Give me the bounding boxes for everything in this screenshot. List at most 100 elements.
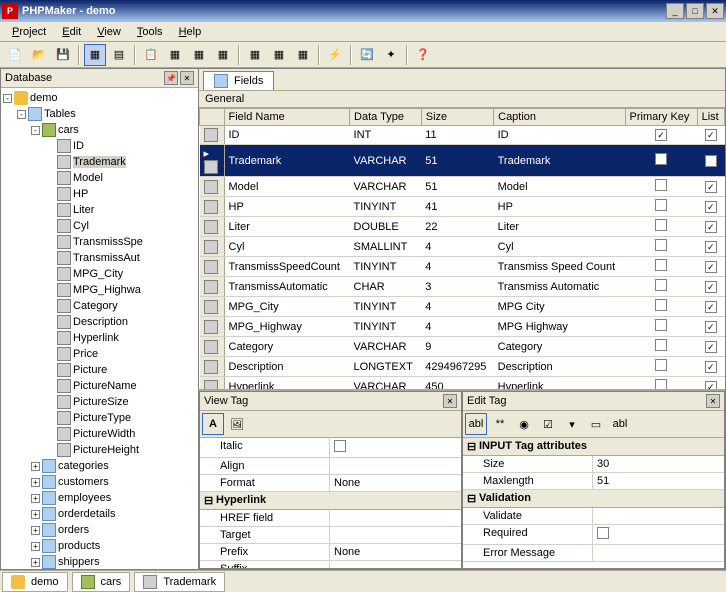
- table-row[interactable]: MPG_HighwayTINYINT4MPG Highway✓: [200, 317, 725, 337]
- pk-checkbox[interactable]: [655, 359, 667, 371]
- table-row[interactable]: TransmissSpeedCountTINYINT4Transmiss Spe…: [200, 257, 725, 277]
- save-button[interactable]: 💾: [52, 44, 74, 66]
- edit-tag-textarea-button[interactable]: ▭: [585, 413, 607, 435]
- edit-tag-file-button[interactable]: abl: [609, 413, 631, 435]
- pk-checkbox[interactable]: [655, 319, 667, 331]
- prop-row[interactable]: Validate: [463, 508, 724, 525]
- tree-tables[interactable]: -Tables: [3, 106, 196, 122]
- tool7-button[interactable]: ▦: [292, 44, 314, 66]
- sync-button[interactable]: 🔄: [356, 44, 378, 66]
- list-checkbox[interactable]: ✓: [705, 221, 717, 233]
- edit-tag-close[interactable]: ✕: [706, 394, 720, 408]
- tree-field-hyperlink[interactable]: Hyperlink: [3, 330, 196, 346]
- tree-root[interactable]: -demo: [3, 90, 196, 106]
- prop-row[interactable]: FormatNone: [200, 475, 461, 492]
- table-row[interactable]: HyperlinkVARCHAR450Hyperlink✓: [200, 377, 725, 390]
- prop-row[interactable]: Size30: [463, 456, 724, 473]
- grid-header[interactable]: Size: [421, 109, 493, 126]
- tree-field-picturesize[interactable]: PictureSize: [3, 394, 196, 410]
- tree-field-transmissaut[interactable]: TransmissAut: [3, 250, 196, 266]
- menu-tools[interactable]: Tools: [129, 24, 171, 40]
- tree-field-transmissspe[interactable]: TransmissSpe: [3, 234, 196, 250]
- list-checkbox[interactable]: ✓: [705, 241, 717, 253]
- help-button[interactable]: ❓: [412, 44, 434, 66]
- tool6-button[interactable]: ▦: [268, 44, 290, 66]
- menu-view[interactable]: View: [89, 24, 129, 40]
- table-row[interactable]: LiterDOUBLE22Liter✓: [200, 217, 725, 237]
- tree-table-employees[interactable]: +employees: [3, 490, 196, 506]
- status-table[interactable]: cars: [72, 572, 131, 592]
- prop-group-hyperlink[interactable]: ⊟ Hyperlink: [200, 492, 461, 510]
- tree-table-categories[interactable]: +categories: [3, 458, 196, 474]
- status-db[interactable]: demo: [2, 572, 68, 592]
- pk-checkbox[interactable]: [655, 199, 667, 211]
- list-checkbox[interactable]: ✓: [705, 341, 717, 353]
- list-checkbox[interactable]: ✓: [705, 381, 717, 390]
- prop-row[interactable]: Target: [200, 527, 461, 544]
- database-tree[interactable]: -demo-Tables-carsIDTrademarkModelHPLiter…: [1, 88, 198, 569]
- pk-checkbox[interactable]: [655, 279, 667, 291]
- close-button[interactable]: ✕: [706, 3, 724, 19]
- tree-table-shippers[interactable]: +shippers: [3, 554, 196, 569]
- tree-table-products[interactable]: +products: [3, 538, 196, 554]
- minimize-button[interactable]: _: [666, 3, 684, 19]
- grid-header[interactable]: List: [697, 109, 724, 126]
- edit-tag-select-button[interactable]: ▾: [561, 413, 583, 435]
- fields-grid[interactable]: Field NameData TypeSizeCaptionPrimary Ke…: [199, 108, 725, 389]
- prop-row[interactable]: Suffix: [200, 561, 461, 568]
- tree-field-cyl[interactable]: Cyl: [3, 218, 196, 234]
- tree-table-orders[interactable]: +orders: [3, 522, 196, 538]
- prop-row[interactable]: PrefixNone: [200, 544, 461, 561]
- tree-field-picturename[interactable]: PictureName: [3, 378, 196, 394]
- list-checkbox[interactable]: ✓: [705, 321, 717, 333]
- generate-button[interactable]: ⚡: [324, 44, 346, 66]
- grid-header[interactable]: Field Name: [224, 109, 350, 126]
- tool4-button[interactable]: ▦: [212, 44, 234, 66]
- table-row[interactable]: ModelVARCHAR51Model✓: [200, 177, 725, 197]
- tree-field-picturetype[interactable]: PictureType: [3, 410, 196, 426]
- tree-field-trademark[interactable]: Trademark: [3, 154, 196, 170]
- tree-field-price[interactable]: Price: [3, 346, 196, 362]
- view-tag-format-button[interactable]: A: [202, 413, 224, 435]
- tree-table-customers[interactable]: +customers: [3, 474, 196, 490]
- required-checkbox[interactable]: [597, 527, 609, 539]
- table-row[interactable]: HPTINYINT41HP✓: [200, 197, 725, 217]
- tree-field-liter[interactable]: Liter: [3, 202, 196, 218]
- status-field[interactable]: Trademark: [134, 572, 225, 592]
- pk-checkbox[interactable]: [655, 219, 667, 231]
- table-row[interactable]: DescriptionLONGTEXT4294967295Description…: [200, 357, 725, 377]
- tree-field-hp[interactable]: HP: [3, 186, 196, 202]
- tool2-button[interactable]: ▦: [164, 44, 186, 66]
- new-button[interactable]: 📄: [4, 44, 26, 66]
- list-checkbox[interactable]: ✓: [705, 181, 717, 193]
- maximize-button[interactable]: □: [686, 3, 704, 19]
- list-checkbox[interactable]: ✓: [705, 155, 717, 167]
- list-checkbox[interactable]: ✓: [705, 201, 717, 213]
- pk-checkbox[interactable]: [655, 239, 667, 251]
- pane-pin-button[interactable]: 📌: [164, 71, 178, 85]
- tab-fields[interactable]: Fields: [203, 71, 274, 90]
- menu-help[interactable]: Help: [171, 24, 210, 40]
- edit-tag-check-button[interactable]: ☑: [537, 413, 559, 435]
- tool3-button[interactable]: ▦: [188, 44, 210, 66]
- prop-group-input[interactable]: ⊟ INPUT Tag attributes: [463, 438, 724, 456]
- tree-field-pictureheight[interactable]: PictureHeight: [3, 442, 196, 458]
- tree-cars[interactable]: -cars: [3, 122, 196, 138]
- edit-tag-radio-button[interactable]: ◉: [513, 413, 535, 435]
- table-row[interactable]: CategoryVARCHAR9Category✓: [200, 337, 725, 357]
- tree-field-category[interactable]: Category: [3, 298, 196, 314]
- prop-row[interactable]: HREF field: [200, 510, 461, 527]
- tool5-button[interactable]: ▦: [244, 44, 266, 66]
- table-row[interactable]: CylSMALLINT4Cyl✓: [200, 237, 725, 257]
- tool1-button[interactable]: 📋: [140, 44, 162, 66]
- php-button[interactable]: ▤: [108, 44, 130, 66]
- grid-header[interactable]: Data Type: [350, 109, 422, 126]
- table-row[interactable]: MPG_CityTINYINT4MPG City✓: [200, 297, 725, 317]
- prop-row[interactable]: Maxlength51: [463, 473, 724, 490]
- table-row[interactable]: IDINT11ID✓✓: [200, 126, 725, 145]
- list-checkbox[interactable]: ✓: [705, 281, 717, 293]
- view-tag-close[interactable]: ✕: [443, 394, 457, 408]
- tree-field-id[interactable]: ID: [3, 138, 196, 154]
- pk-checkbox[interactable]: [655, 179, 667, 191]
- tree-field-picturewidth[interactable]: PictureWidth: [3, 426, 196, 442]
